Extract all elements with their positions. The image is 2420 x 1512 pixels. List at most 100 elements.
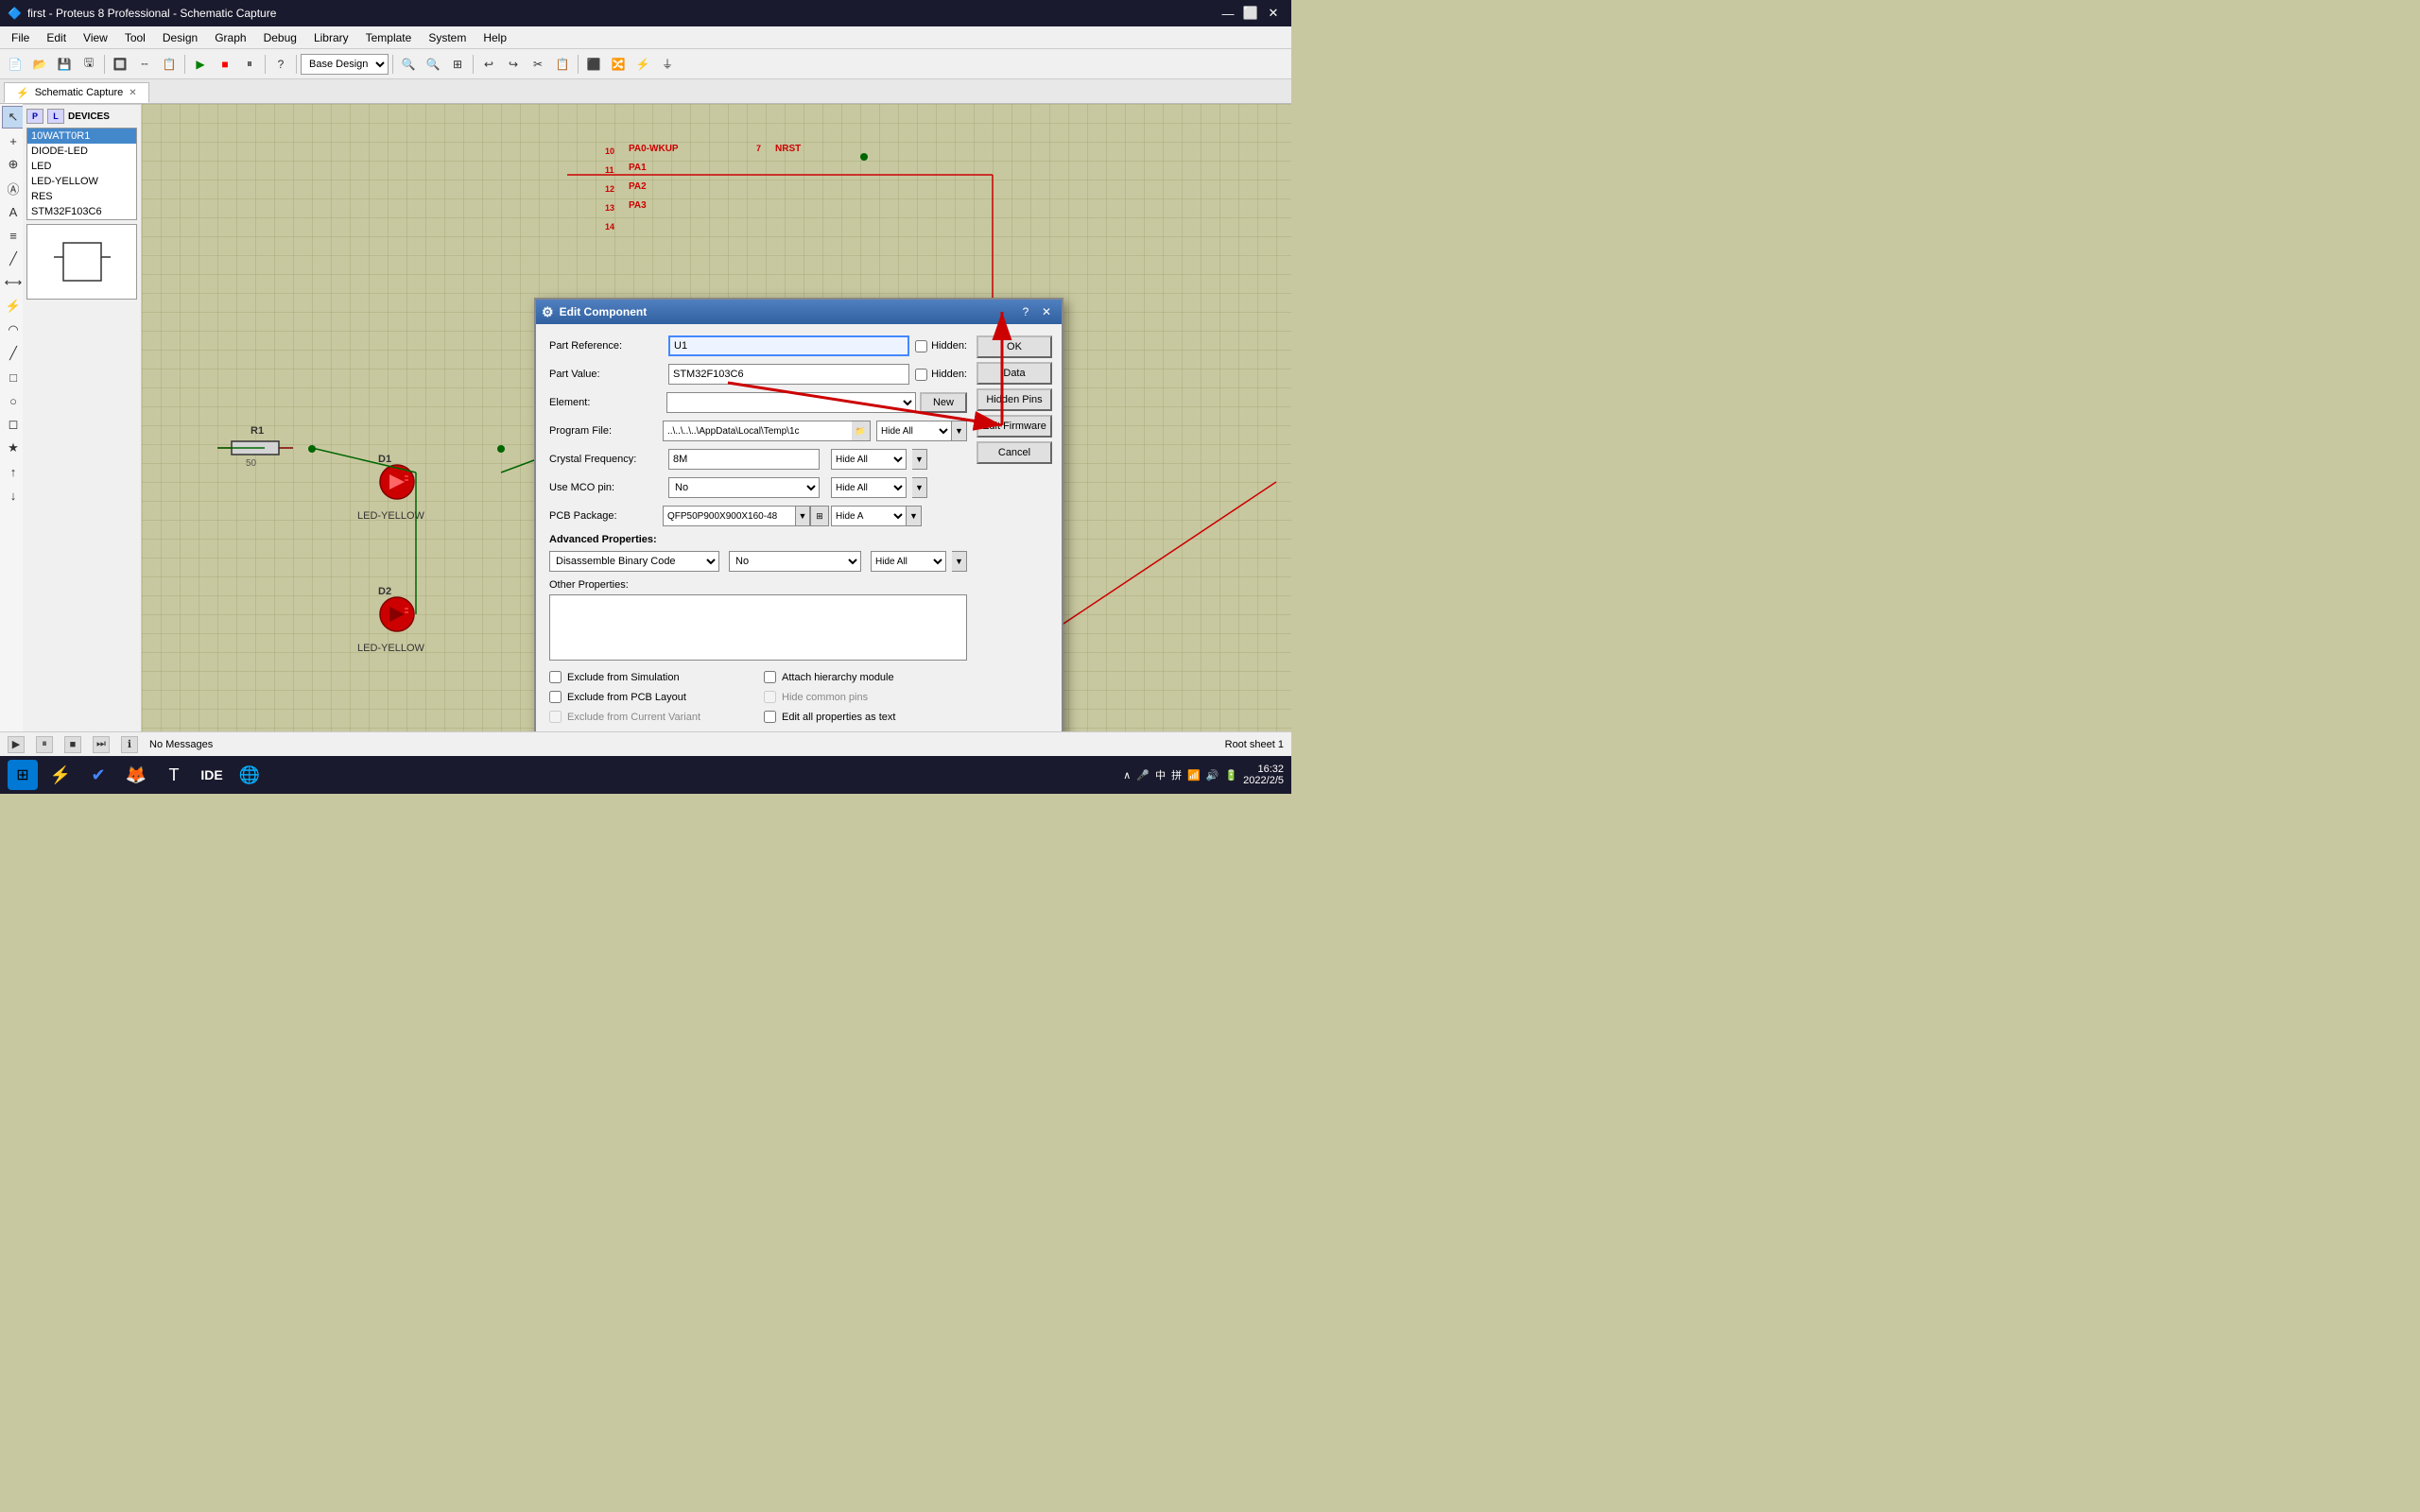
crystal-hide-chevron[interactable]: ▼ (912, 449, 927, 470)
pcb-hide-chevron[interactable]: ▼ (907, 506, 922, 526)
ok-button[interactable]: OK (977, 335, 1052, 358)
canvas-area[interactable]: 10 11 12 13 14 PA0-WKUP PA1 PA2 PA3 NRST… (142, 104, 1291, 731)
box-tool[interactable]: ◻ (2, 413, 25, 436)
component-tool[interactable]: + (2, 129, 25, 152)
menu-graph[interactable]: Graph (207, 29, 253, 46)
menu-help[interactable]: Help (475, 29, 514, 46)
disassemble-hide-chevron[interactable]: ▼ (952, 551, 967, 572)
ground-button[interactable]: ⏚ (656, 53, 679, 76)
place-button[interactable]: ⬛ (582, 53, 605, 76)
status-stop-button[interactable]: ■ (64, 736, 81, 753)
mco-hide-select[interactable]: Hide All (831, 477, 907, 498)
menu-library[interactable]: Library (306, 29, 356, 46)
device-item-led[interactable]: LED (27, 159, 136, 174)
line-tool[interactable]: ╱ (2, 342, 25, 365)
status-pause-button[interactable]: ⏸ (36, 736, 53, 753)
p-button[interactable]: P (26, 109, 43, 124)
menu-template[interactable]: Template (358, 29, 420, 46)
device-item-10watt0r1[interactable]: 10WATT0R1 (27, 129, 136, 144)
menu-edit[interactable]: Edit (39, 29, 74, 46)
element-combo[interactable] (666, 392, 916, 413)
junction-tool[interactable]: ⊕ (2, 153, 25, 176)
crystal-freq-input[interactable] (668, 449, 820, 470)
cut-button[interactable]: ✂ (527, 53, 549, 76)
menu-file[interactable]: File (4, 29, 37, 46)
rect-tool[interactable]: □ (2, 366, 25, 388)
measure-tool[interactable]: ⟷ (2, 271, 25, 294)
new-button[interactable]: 📄 (4, 53, 26, 76)
zoom-fit-button[interactable]: ⊞ (446, 53, 469, 76)
pcb-grid-button[interactable]: ⊞ (810, 506, 829, 526)
run-button[interactable]: ▶ (189, 53, 212, 76)
circle-tool[interactable]: ○ (2, 389, 25, 412)
exclude-pcb-cb[interactable] (549, 691, 562, 703)
part-ref-hidden-cb[interactable] (915, 340, 927, 352)
new-button[interactable]: New (920, 392, 967, 413)
menu-design[interactable]: Design (155, 29, 205, 46)
text-tool[interactable]: A (2, 200, 25, 223)
pause-button[interactable]: ⏸ (238, 53, 261, 76)
down-arrow-tool[interactable]: ↓ (2, 484, 25, 507)
help-button[interactable]: ? (269, 53, 292, 76)
mco-select[interactable]: No (668, 477, 820, 498)
minimize-button[interactable]: — (1218, 3, 1238, 24)
zoom-out-button[interactable]: 🔍 (422, 53, 444, 76)
menu-debug[interactable]: Debug (256, 29, 304, 46)
bus-tool[interactable]: ≡ (2, 224, 25, 247)
crystal-hide-select[interactable]: Hide All (831, 449, 907, 470)
design-combo[interactable]: Base Design (301, 54, 389, 75)
redo-button[interactable]: ↪ (502, 53, 525, 76)
part-value-input[interactable] (668, 364, 909, 385)
status-play-button[interactable]: ▶ (8, 736, 25, 753)
mco-hide-chevron[interactable]: ▼ (912, 477, 927, 498)
exclude-pcb-label[interactable]: Exclude from PCB Layout (567, 692, 686, 703)
copy-button[interactable]: 📋 (551, 53, 574, 76)
disassemble-label-select[interactable]: Disassemble Binary Code (549, 551, 719, 572)
route-button[interactable]: 🔀 (607, 53, 630, 76)
edit-firmware-button[interactable]: Edit Firmware (977, 415, 1052, 438)
open-button[interactable]: 📂 (28, 53, 51, 76)
exclude-simulation-label[interactable]: Exclude from Simulation (567, 672, 680, 683)
ide-icon[interactable]: IDE (197, 760, 227, 790)
arc-tool[interactable]: ◠ (2, 318, 25, 341)
program-hide-select[interactable]: Hide All (876, 421, 952, 441)
component-button[interactable]: 🔲 (109, 53, 131, 76)
pcb-input[interactable] (663, 506, 795, 526)
stop-button[interactable]: ■ (214, 53, 236, 76)
hidden-pins-button[interactable]: Hidden Pins (977, 388, 1052, 411)
device-item-res[interactable]: RES (27, 189, 136, 204)
save-button[interactable]: 💾 (53, 53, 76, 76)
symbol-tool[interactable]: ★ (2, 437, 25, 459)
save-all-button[interactable]: 🖫 (78, 53, 100, 76)
exclude-variant-cb[interactable] (549, 711, 562, 723)
data-button[interactable]: Data (977, 362, 1052, 385)
pcb-chevron[interactable]: ▼ (795, 506, 810, 526)
hide-common-cb[interactable] (764, 691, 776, 703)
text-icon[interactable]: T (159, 760, 189, 790)
l-button[interactable]: L (47, 109, 64, 124)
edit-all-props-label[interactable]: Edit all properties as text (782, 712, 895, 723)
undo-button[interactable]: ↩ (477, 53, 500, 76)
label-tool[interactable]: Ⓐ (2, 177, 25, 199)
part-reference-input[interactable] (668, 335, 909, 356)
probe-tool[interactable]: ⚡ (2, 295, 25, 318)
tab-close-button[interactable]: ✕ (129, 88, 136, 98)
modal-close-button[interactable]: ✕ (1037, 303, 1056, 320)
check-icon[interactable]: ✔ (83, 760, 113, 790)
exclude-simulation-cb[interactable] (549, 671, 562, 683)
edit-all-props-cb[interactable] (764, 711, 776, 723)
program-browse-button[interactable]: 📁 (852, 421, 871, 441)
status-step-button[interactable]: ⏭ (93, 736, 110, 753)
schematic-capture-tab[interactable]: ⚡ Schematic Capture ✕ (4, 82, 149, 103)
wire-button[interactable]: ╌ (133, 53, 156, 76)
disassemble-hide-select[interactable]: Hide All (871, 551, 946, 572)
menu-system[interactable]: System (421, 29, 474, 46)
zoom-in-button[interactable]: 🔍 (397, 53, 420, 76)
device-item-led-yellow[interactable]: LED-YELLOW (27, 174, 136, 189)
up-arrow-tool[interactable]: ↑ (2, 460, 25, 483)
vscode-icon[interactable]: ⚡ (45, 760, 76, 790)
menu-view[interactable]: View (76, 29, 115, 46)
maximize-button[interactable]: ⬜ (1240, 3, 1261, 24)
firefox-icon[interactable]: 🦊 (121, 760, 151, 790)
disassemble-value-select[interactable]: No (729, 551, 861, 572)
